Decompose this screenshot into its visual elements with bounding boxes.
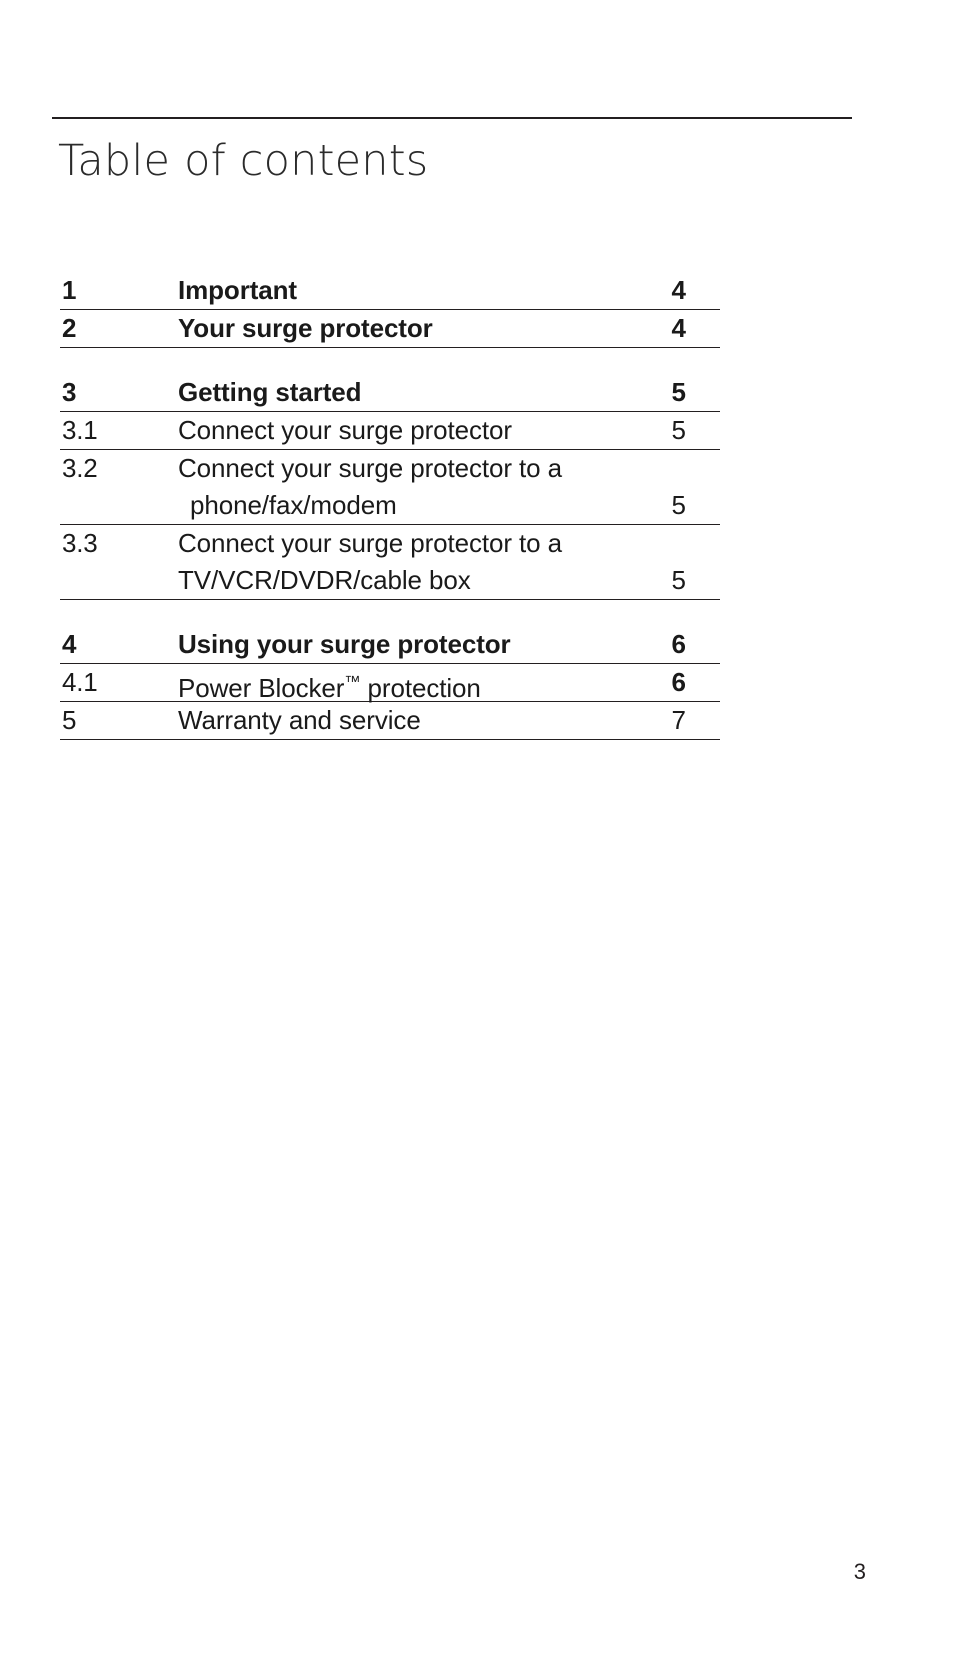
toc-entry-number: 3 — [62, 377, 77, 407]
toc-entry-number: 5 — [62, 705, 77, 735]
toc-entry-title: Using your surge protector — [178, 629, 511, 659]
toc-entry[interactable]: 3 Getting started 5 — [60, 374, 720, 412]
toc-entry-page-number: 4 — [671, 275, 686, 305]
toc-entry-line: 4.1 Power Blocker™ protection 6 — [60, 664, 720, 703]
toc-entry-title: phone/fax/modem — [190, 490, 397, 520]
toc-entry[interactable]: 4.1 Power Blocker™ protection 6 — [60, 664, 720, 703]
toc-entry-page-number: 6 — [671, 667, 686, 697]
toc-entry-line: 3.1 Connect your surge protector 5 — [60, 412, 720, 449]
header-divider — [52, 117, 852, 119]
page-title: Table of contents — [58, 136, 429, 186]
toc-entry[interactable]: 3.2 Connect your surge protector to a phon… — [60, 450, 720, 525]
toc-entry-line: 4 Using your surge protector 6 — [60, 626, 720, 663]
toc-entry-page-number: 5 — [671, 415, 686, 445]
toc-entry-line: 3 Getting started 5 — [60, 374, 720, 411]
toc-entry-page-number: 4 — [671, 313, 686, 343]
toc-entry-line: 5 Warranty and service 7 — [60, 702, 720, 739]
toc-entry-number: 3.2 — [62, 453, 98, 483]
toc-entry-line: TV/VCR/DVDR/cable box 5 — [60, 562, 720, 599]
toc-entry-title: Warranty and service — [178, 705, 421, 735]
toc-entry-page-number: 5 — [671, 377, 686, 407]
toc-entry[interactable]: 1 Important 4 — [60, 272, 720, 310]
toc-entry-title: TV/VCR/DVDR/cable box — [178, 565, 471, 595]
toc-entry[interactable]: 4 Using your surge protector 6 — [60, 626, 720, 664]
toc-entry[interactable]: 2 Your surge protector 4 — [60, 310, 720, 348]
toc-entry-line: 1 Important 4 — [60, 272, 720, 309]
toc-entry-number: 4.1 — [62, 667, 98, 697]
toc-entry[interactable]: 3.3 Connect your surge protector to a TV/V… — [60, 525, 720, 600]
toc-entry-number: 4 — [62, 629, 77, 659]
toc-entry-title: Connect your surge protector — [178, 415, 512, 445]
toc-entry-title: Connect your surge protector to a — [178, 453, 563, 483]
toc-group: 3 Getting started 5 3.1 Connect your surge p… — [60, 374, 720, 600]
toc-entry-page-number: 6 — [671, 629, 686, 659]
document-page: Table of contents 1 Important 4 2 Your surge… — [0, 0, 954, 1654]
toc-entry-page-number: 5 — [671, 490, 686, 520]
toc-entry-title: Connect your surge protector to a — [178, 528, 563, 558]
toc-entry-line: 3.2 Connect your surge protector to a — [60, 450, 720, 487]
footer-page-number: 3 — [853, 1559, 866, 1584]
toc-entry-number: 3.1 — [62, 415, 98, 445]
toc-entry-line: 3.3 Connect your surge protector to a — [60, 525, 720, 562]
toc-entry-number: 2 — [62, 313, 77, 343]
toc-entry-line: 2 Your surge protector 4 — [60, 310, 720, 347]
toc-entry-title: Important — [178, 275, 297, 305]
toc-entry-page-number: 5 — [671, 565, 686, 595]
trademark-symbol: ™ — [344, 673, 361, 691]
toc-entry-page-number: 7 — [671, 705, 686, 735]
toc-entry-number: 3.3 — [62, 528, 98, 558]
toc-entry-title: Power Blocker™ protection — [178, 672, 481, 703]
toc-entry[interactable]: 3.1 Connect your surge protector 5 — [60, 412, 720, 450]
table-of-contents: 1 Important 4 2 Your surge protector 4 3 Gettin… — [60, 272, 720, 740]
toc-entry-title: Getting started — [178, 377, 362, 407]
toc-entry-line: phone/fax/modem 5 — [60, 487, 720, 524]
toc-entry-number: 1 — [62, 275, 77, 305]
toc-group: 1 Important 4 2 Your surge protector 4 — [60, 272, 720, 348]
toc-entry-title: Your surge protector — [178, 313, 433, 343]
toc-group: 4 Using your surge protector 6 4.1 Power Blo… — [60, 626, 720, 740]
toc-entry[interactable]: 5 Warranty and service 7 — [60, 702, 720, 740]
